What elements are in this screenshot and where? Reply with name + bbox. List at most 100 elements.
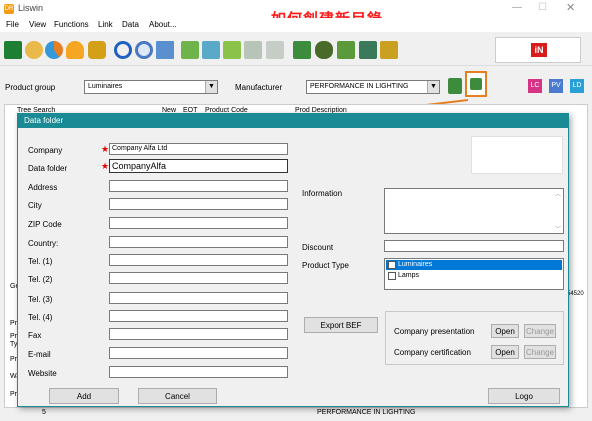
address-label: Address bbox=[28, 183, 58, 192]
app-icon: DR bbox=[4, 4, 14, 14]
dialog-title: Data folder bbox=[24, 116, 64, 125]
excel-icon[interactable] bbox=[4, 41, 22, 59]
add-folder-icon bbox=[470, 78, 482, 90]
zip-code-label: ZIP Code bbox=[28, 220, 62, 229]
search-icon[interactable] bbox=[114, 41, 132, 59]
discount-label: Discount bbox=[302, 243, 334, 252]
checkbox[interactable] bbox=[388, 261, 396, 269]
tel3-label: Tel. (3) bbox=[28, 295, 53, 304]
email-label: E-mail bbox=[28, 350, 51, 359]
branch-icon[interactable] bbox=[223, 41, 241, 59]
website-label: Website bbox=[28, 369, 57, 378]
logo-button[interactable]: Logo bbox=[488, 388, 560, 404]
information-label: Information bbox=[302, 189, 343, 198]
tel2-label: Tel. (2) bbox=[28, 275, 53, 284]
fax-label: Fax bbox=[28, 331, 42, 340]
status-bar: 5 PERFORMANCE IN LIGHTING bbox=[4, 407, 588, 419]
lc-badge[interactable]: LC bbox=[528, 79, 542, 93]
presentation-open-button[interactable]: Open bbox=[491, 324, 519, 338]
hat-icon[interactable] bbox=[88, 41, 106, 59]
chevron-down-icon: ▼ bbox=[427, 81, 439, 93]
chart-icon[interactable] bbox=[380, 41, 398, 59]
pie-icon[interactable] bbox=[45, 41, 63, 59]
status-manufacturer: PERFORMANCE IN LIGHTING bbox=[317, 409, 416, 416]
menu-file[interactable]: File bbox=[6, 20, 19, 29]
company-certification-label: Company certification bbox=[394, 348, 471, 357]
menu-about[interactable]: About... bbox=[149, 20, 177, 29]
company-label: Company bbox=[28, 146, 63, 155]
export-bef-button[interactable]: Export BEF bbox=[304, 317, 378, 333]
search-detail-icon[interactable] bbox=[135, 41, 153, 59]
menu-data[interactable]: Data bbox=[122, 20, 139, 29]
tel4-field[interactable] bbox=[109, 310, 288, 322]
city-field[interactable] bbox=[109, 198, 288, 210]
tel4-label: Tel. (4) bbox=[28, 313, 53, 322]
pv-badge[interactable]: PV bbox=[549, 79, 563, 93]
product-group-select[interactable]: Luminaires ▼ bbox=[84, 80, 218, 94]
tel3-field[interactable] bbox=[109, 292, 288, 304]
tel1-label: Tel. (1) bbox=[28, 257, 53, 266]
address-field[interactable] bbox=[109, 180, 288, 192]
side-number: 54520 bbox=[567, 291, 584, 297]
network-icon[interactable] bbox=[181, 41, 199, 59]
new-data-folder-button[interactable] bbox=[465, 71, 487, 97]
list-alt-icon bbox=[266, 41, 284, 59]
window-title: Liswin bbox=[18, 3, 44, 13]
scroll-up-icon[interactable]: ︿ bbox=[555, 189, 561, 198]
close-icon[interactable]: ✕ bbox=[566, 1, 575, 14]
manufacturer-info-icon[interactable] bbox=[448, 78, 462, 94]
product-type-luminaires[interactable]: Luminaires bbox=[386, 260, 562, 270]
chevron-down-icon: ▼ bbox=[205, 81, 217, 93]
logo-preview bbox=[471, 136, 563, 174]
manufacturer-label: Manufacturer bbox=[235, 83, 283, 92]
dialog-title-bar: Data folder bbox=[18, 114, 568, 128]
tel1-field[interactable] bbox=[109, 254, 288, 266]
in-logo-button[interactable]: iN bbox=[495, 37, 581, 63]
manufacturer-select[interactable]: PERFORMANCE IN LIGHTING ▼ bbox=[306, 80, 440, 94]
company-field[interactable]: Company Alfa Ltd bbox=[109, 143, 288, 155]
glasses-icon[interactable] bbox=[315, 41, 333, 59]
menu-bar: File View Functions Link Data About... bbox=[0, 18, 592, 32]
presentation-change-button[interactable]: Change bbox=[524, 324, 556, 338]
status-count: 5 bbox=[42, 409, 46, 416]
document-icon[interactable] bbox=[156, 41, 174, 59]
checkbox[interactable] bbox=[388, 272, 396, 280]
zip-code-field[interactable] bbox=[109, 217, 288, 229]
certification-open-button[interactable]: Open bbox=[491, 345, 519, 359]
ld-badge[interactable]: LD bbox=[570, 79, 584, 93]
wrench-icon[interactable] bbox=[337, 41, 355, 59]
product-type-label: Product Type bbox=[302, 261, 349, 270]
information-textarea[interactable]: ︿ ﹀ bbox=[384, 188, 564, 234]
menu-functions[interactable]: Functions bbox=[54, 20, 89, 29]
website-field[interactable] bbox=[109, 366, 288, 378]
sheet-icon[interactable] bbox=[293, 41, 311, 59]
users-icon[interactable] bbox=[66, 41, 84, 59]
product-type-lamps[interactable]: Lamps bbox=[386, 271, 562, 281]
email-field[interactable] bbox=[109, 347, 288, 359]
scroll-down-icon[interactable]: ﹀ bbox=[555, 224, 561, 233]
cancel-button[interactable]: Cancel bbox=[138, 388, 217, 404]
product-group-label: Product group bbox=[5, 83, 56, 92]
discount-field[interactable] bbox=[384, 240, 564, 252]
fax-field[interactable] bbox=[109, 328, 288, 340]
menu-view[interactable]: View bbox=[29, 20, 46, 29]
city-label: City bbox=[28, 201, 42, 210]
menu-link[interactable]: Link bbox=[98, 20, 113, 29]
required-icon: ★ bbox=[101, 144, 110, 154]
country-field[interactable] bbox=[109, 236, 288, 248]
add-button[interactable]: Add bbox=[49, 388, 119, 404]
documents-group: Company presentation Open Change Company… bbox=[385, 311, 564, 365]
plant-icon[interactable] bbox=[359, 41, 377, 59]
key-icon[interactable] bbox=[25, 41, 43, 59]
maximize-icon[interactable]: ☐ bbox=[538, 2, 547, 13]
data-folder-field[interactable]: CompanyAlfa bbox=[109, 159, 288, 173]
certification-change-button[interactable]: Change bbox=[524, 345, 556, 359]
toolbar: iN bbox=[0, 34, 592, 66]
minimize-icon[interactable]: — bbox=[512, 2, 522, 13]
in-logo: iN bbox=[531, 43, 547, 57]
data-folder-label: Data folder bbox=[28, 164, 68, 173]
tel2-field[interactable] bbox=[109, 272, 288, 284]
tree-icon[interactable] bbox=[202, 41, 220, 59]
country-label: Country: bbox=[28, 239, 59, 248]
data-folder-dialog: Data folder Company ★ Company Alfa Ltd D… bbox=[17, 113, 569, 407]
